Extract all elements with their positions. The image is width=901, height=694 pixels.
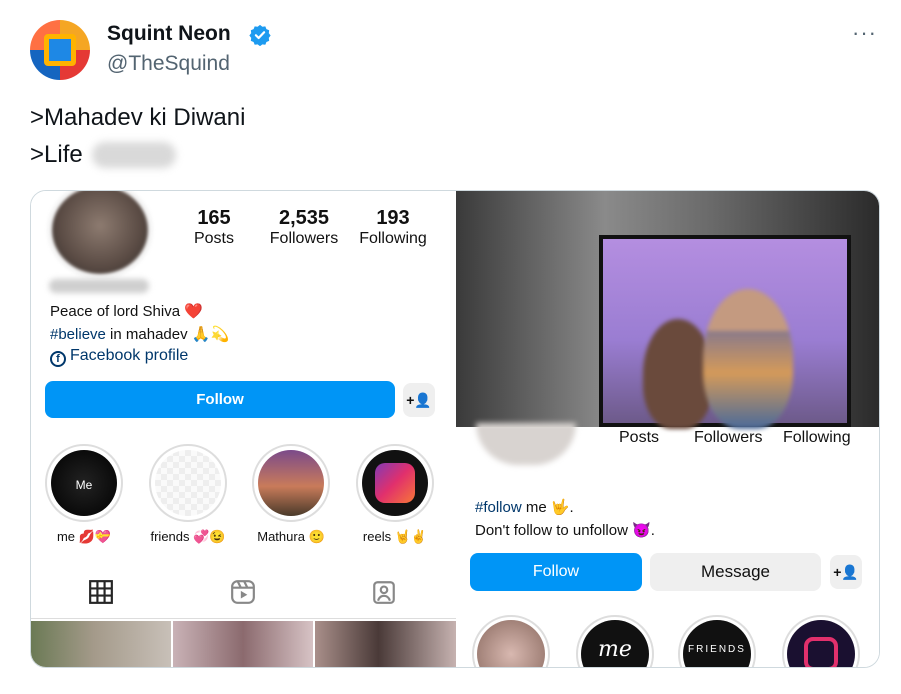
- stat-followers: 2,535 Followers: [269, 207, 339, 247]
- facebook-icon: f: [50, 351, 66, 367]
- blurred-profile-picture: [476, 423, 576, 465]
- media-image-left[interactable]: 165 Posts 2,535 Followers 193 Following Pea…: [31, 191, 456, 667]
- label-posts: Posts: [619, 429, 660, 446]
- bio-line-1: Peace of lord Shiva ❤️: [50, 303, 203, 320]
- reels-icon: [231, 580, 255, 604]
- highlight-mathura: [252, 444, 330, 522]
- grid-icon: [89, 580, 113, 604]
- blurred-username: [49, 279, 149, 293]
- blurred-text: [92, 142, 176, 168]
- post-thumbnail: [31, 621, 171, 667]
- message-button: Message: [650, 553, 821, 591]
- author-name[interactable]: Squint Neon: [107, 22, 231, 46]
- instagram-icon: [804, 637, 838, 667]
- post-thumbnail: [173, 621, 313, 667]
- tweet-text-line-1: >Mahadev ki Diwani: [30, 104, 246, 131]
- more-options-icon[interactable]: ···: [852, 20, 877, 46]
- highlight-1: [472, 615, 550, 667]
- add-user-icon: +👤: [403, 383, 435, 417]
- couple-photo: [599, 235, 851, 429]
- author-handle[interactable]: @TheSquind: [107, 52, 230, 76]
- follow-button: Follow: [470, 553, 642, 591]
- blurred-profile-picture: [49, 191, 151, 277]
- media-image-right[interactable]: Posts Followers Following #follow me 🤟. …: [456, 191, 879, 667]
- tweet-media[interactable]: 165 Posts 2,535 Followers 193 Following Pea…: [30, 190, 880, 668]
- follow-button: Follow: [45, 381, 395, 418]
- post-thumbnail: [315, 621, 456, 667]
- highlight-label-reels: reels 🤘✌️: [362, 529, 428, 544]
- tweet-text-line-2: >Life: [30, 141, 83, 168]
- highlight-reels: [356, 444, 434, 522]
- highlight-label-friends: friends 💞😉: [150, 529, 226, 544]
- highlight-label-mathura: Mathura 🙂: [257, 529, 325, 544]
- cover-photo: [456, 191, 879, 429]
- highlight-friends: [149, 444, 227, 522]
- highlight-friends: FRIENDS: [678, 615, 756, 667]
- bio-line-2: #believe in mahadev 🙏💫: [50, 326, 230, 343]
- add-user-icon: +👤: [830, 555, 862, 589]
- instagram-icon: [375, 463, 415, 503]
- bio-line-1: #follow me 🤟.: [475, 499, 574, 516]
- highlight-instagram: [782, 615, 860, 667]
- author-avatar[interactable]: [30, 20, 90, 80]
- facebook-profile-link: f Facebook profile: [50, 347, 188, 367]
- highlight-me: me: [576, 615, 654, 667]
- stat-following: 193 Following: [359, 207, 427, 247]
- tweet-card: Squint Neon @TheSquind ··· >Mahadev ki D…: [0, 0, 901, 694]
- stat-posts: 165 Posts: [193, 207, 234, 247]
- highlight-me: Me: [45, 444, 123, 522]
- verified-badge-icon: [249, 24, 271, 46]
- label-following: Following: [783, 429, 851, 446]
- highlight-label-me: me 💋💝: [56, 529, 112, 544]
- bio-line-2: Don't follow to unfollow 😈.: [475, 522, 655, 539]
- tagged-icon: [373, 581, 395, 604]
- label-followers: Followers: [694, 429, 763, 446]
